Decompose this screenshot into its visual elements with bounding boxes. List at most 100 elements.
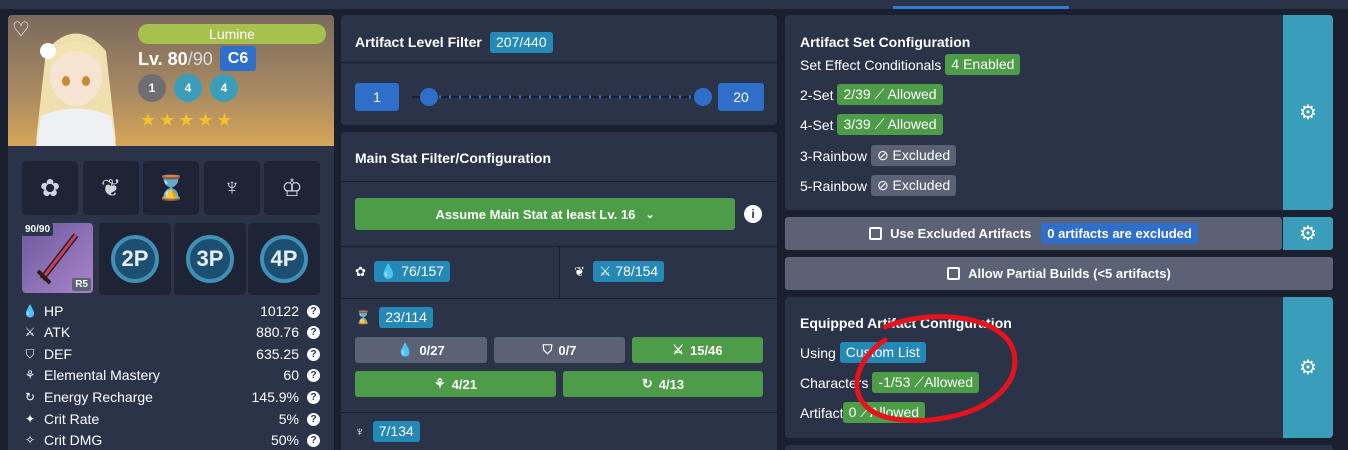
weapon-card[interactable]: 90/90 R5 <box>22 223 93 293</box>
flower-icon: ✿ <box>355 263 366 279</box>
goblet-icon: ♆ <box>223 174 241 201</box>
level-filter-title: Artifact Level Filter <box>355 34 482 50</box>
equipped-gear-button[interactable]: ⚙ <box>1283 297 1333 438</box>
divider <box>341 62 777 63</box>
plume-row: ❦ ⚔ 78/154 <box>574 261 665 282</box>
favorite-heart-icon[interactable]: ♡ <box>12 20 30 40</box>
use-excluded-artifacts-button[interactable]: Use Excluded Artifacts 0 artifacts are e… <box>785 217 1282 250</box>
set-2-row: 2-Set 2/39 ⟋ Allowed <box>800 84 943 105</box>
set-row-label: 5-Rainbow <box>800 177 867 194</box>
sands-option-atk[interactable]: ⚔ 15/46 <box>632 337 763 363</box>
next-card-edge <box>785 445 1333 450</box>
level-min-input[interactable]: 1 <box>355 83 399 111</box>
checkbox-icon <box>869 227 883 240</box>
stat-label: HP <box>44 303 64 319</box>
stat-value: 50% <box>270 432 299 448</box>
set-row-badge[interactable]: 2/39 ⟋ Allowed <box>837 84 943 105</box>
excluded-gear-button[interactable]: ⚙ <box>1283 217 1333 250</box>
set-config-gear-button[interactable]: ⚙ <box>1283 15 1333 210</box>
set-4p-icon: 4P <box>260 235 308 283</box>
artifact-slot-flower[interactable]: ✿ <box>22 161 78 215</box>
set-row-badge[interactable]: ⊘ Excluded <box>870 145 957 166</box>
stat-value: 145.9% <box>251 389 299 405</box>
help-icon[interactable]: ? <box>307 347 320 361</box>
set-conditionals-label: Set Effect Conditionals <box>800 56 942 73</box>
stat-value: 60 <box>283 367 299 383</box>
crit-dmg-icon: ✧ <box>24 433 36 447</box>
talent-skill: 4 <box>174 74 202 102</box>
sands-option-hp[interactable]: 💧 0/27 <box>355 337 487 363</box>
set-2p-badge[interactable]: 2P <box>99 223 171 295</box>
level-current: Lv. 80 <box>138 49 188 69</box>
help-icon[interactable]: ? <box>307 390 320 404</box>
artifact-slot-sands[interactable]: ⌛ <box>143 161 199 215</box>
set-3p-badge[interactable]: 3P <box>174 223 246 295</box>
gear-icon: ⚙ <box>1299 102 1317 124</box>
help-icon[interactable]: ? <box>307 412 320 426</box>
atk-icon: ⚔ <box>598 263 612 279</box>
stat-value: 880.76 <box>256 324 299 340</box>
stat-em: ⚘ Elemental Mastery 60? <box>22 365 320 385</box>
em-icon: ⚘ <box>24 368 36 382</box>
help-icon[interactable]: ? <box>307 304 320 318</box>
divider <box>559 246 560 298</box>
use-excluded-label: Use Excluded Artifacts <box>890 226 1032 241</box>
stat-value: 5% <box>278 411 299 427</box>
plume-count-value: 78/154 <box>615 263 659 279</box>
set-row-badge[interactable]: 3/39 ⟋ Allowed <box>837 114 943 135</box>
set-4p-badge[interactable]: 4P <box>248 223 320 295</box>
divider <box>341 181 777 182</box>
artifact-slot-goblet[interactable]: ♆ <box>204 161 260 215</box>
red-annotation-circle <box>854 314 1018 423</box>
level-range-slider[interactable] <box>412 85 712 109</box>
set-3p-icon: 3P <box>186 235 234 283</box>
gear-icon: ⚙ <box>1299 357 1317 379</box>
goblet-count: 7/134 <box>372 421 420 442</box>
help-icon[interactable]: ? <box>307 325 320 339</box>
active-tab-indicator <box>893 6 1069 9</box>
stat-label: Crit DMG <box>44 432 103 448</box>
stat-crit-rate: ✦ Crit Rate 5%? <box>22 409 320 429</box>
assume-main-stat-button[interactable]: Assume Main Stat at least Lv. 16 ⌄ <box>355 198 735 230</box>
atk-icon: ⚔ <box>24 325 36 339</box>
option-label: 4/21 <box>451 376 477 392</box>
weapon-refinement: R5 <box>72 278 91 291</box>
set-row-label: 4-Set <box>800 116 834 133</box>
atk-icon: ⚔ <box>672 342 685 357</box>
character-portrait <box>36 33 116 146</box>
stat-hp: 💧 HP 10122? <box>22 301 320 321</box>
info-icon[interactable]: i <box>744 205 762 223</box>
allow-partial-builds-button[interactable]: Allow Partial Builds (<5 artifacts) <box>785 257 1333 290</box>
set-conditionals-row: Set Effect Conditionals 4 Enabled <box>800 54 1021 75</box>
stat-def: ⛉ DEF 635.25? <box>22 344 320 364</box>
assume-main-stat-label: Assume Main Stat at least Lv. 16 <box>435 206 636 222</box>
set-2p-icon: 2P <box>111 235 159 283</box>
set-row-badge[interactable]: ⊘ Excluded <box>870 175 957 196</box>
er-icon: ↻ <box>641 376 653 391</box>
sands-option-er[interactable]: ↻ 4/13 <box>563 371 763 397</box>
sands-option-def[interactable]: ⛉ 0/7 <box>494 337 625 363</box>
stat-label: ATK <box>44 324 71 340</box>
plume-count: ⚔ 78/154 <box>592 261 665 282</box>
divider <box>341 298 777 299</box>
artifact-slot-circlet[interactable]: ♔ <box>264 161 320 215</box>
rarity-stars: ★★★★★ <box>140 110 236 130</box>
help-icon[interactable]: ? <box>307 368 320 382</box>
sands-count: 23/114 <box>379 307 433 328</box>
artifact-slot-plume[interactable]: ❦ <box>83 161 139 215</box>
option-label: 4/13 <box>658 376 685 392</box>
flower-icon: ✿ <box>39 174 61 202</box>
stat-label: Elemental Mastery <box>44 367 160 383</box>
sands-option-em[interactable]: ⚘ 4/21 <box>355 371 556 397</box>
set-conditionals-badge[interactable]: 4 Enabled <box>945 54 1021 75</box>
em-icon: ⚘ <box>434 376 446 391</box>
option-label: 0/7 <box>558 342 577 358</box>
constellation-badge: C6 <box>220 46 256 71</box>
help-icon[interactable]: ? <box>307 433 320 447</box>
top-tab-strip <box>0 0 1348 9</box>
stat-label: Crit Rate <box>44 411 100 427</box>
level-max-input[interactable]: 20 <box>718 83 764 111</box>
circlet-icon: ♔ <box>281 174 303 202</box>
crit-rate-icon: ✦ <box>24 412 36 426</box>
def-icon: ⛉ <box>542 342 553 357</box>
